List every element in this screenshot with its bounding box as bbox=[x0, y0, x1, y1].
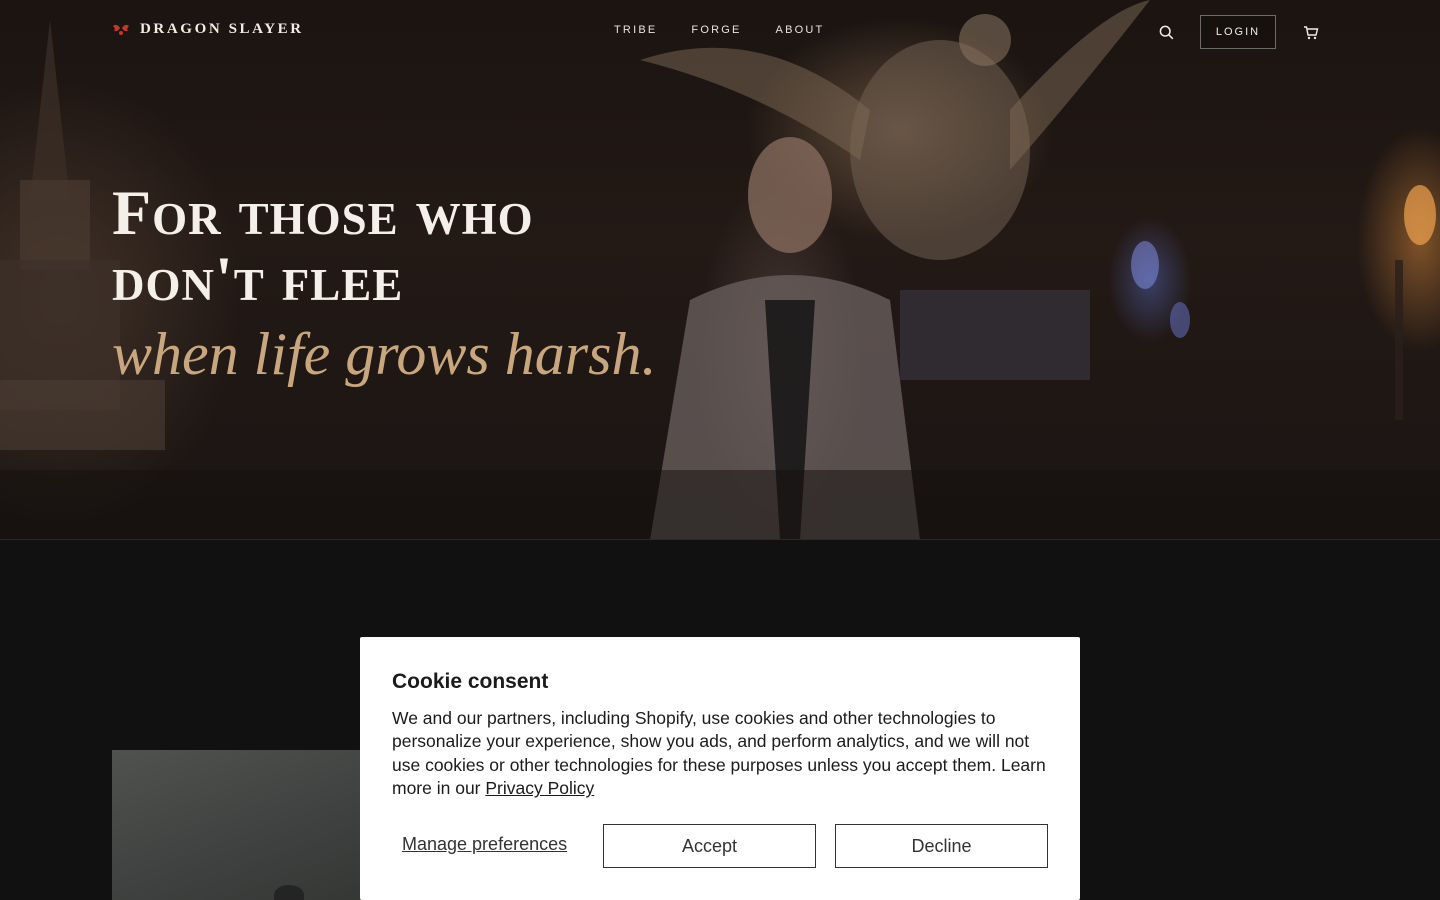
nav-item-forge[interactable]: FORGE bbox=[691, 24, 741, 36]
search-icon bbox=[1159, 25, 1173, 39]
privacy-policy-link[interactable]: Privacy Policy bbox=[485, 778, 594, 798]
figure-silhouette bbox=[274, 885, 304, 900]
decline-button[interactable]: Decline bbox=[835, 824, 1048, 868]
nav-item-about[interactable]: ABOUT bbox=[776, 24, 825, 36]
manage-preferences-link[interactable]: Manage preferences bbox=[402, 834, 567, 855]
cart-icon bbox=[1304, 25, 1319, 39]
search-button[interactable] bbox=[1156, 22, 1176, 42]
cookie-consent-dialog: Cookie consent We and our partners, incl… bbox=[360, 637, 1080, 900]
hero-headline-line2: don't flee bbox=[112, 243, 404, 314]
nav-item-tribe[interactable]: TRIBE bbox=[614, 24, 657, 36]
dragon-logo-icon bbox=[113, 24, 129, 35]
section-image bbox=[112, 750, 372, 900]
hero-subline: when life grows harsh. bbox=[112, 321, 657, 387]
hero-headline: For those who don't flee bbox=[112, 180, 732, 312]
cookie-body: We and our partners, including Shopify, … bbox=[392, 707, 1052, 801]
site-header: DRAGON SLAYER TRIBE FORGE ABOUT LOGIN bbox=[0, 0, 1440, 64]
login-button[interactable]: LOGIN bbox=[1200, 15, 1276, 49]
accept-button[interactable]: Accept bbox=[603, 824, 816, 868]
hero-headline-line1: For those who bbox=[112, 177, 534, 248]
brand-name: DRAGON SLAYER bbox=[140, 21, 304, 37]
brand-logo[interactable]: DRAGON SLAYER bbox=[112, 21, 304, 38]
main-nav: TRIBE FORGE ABOUT bbox=[614, 24, 858, 36]
hero-section: DRAGON SLAYER TRIBE FORGE ABOUT LOGIN Fo… bbox=[0, 0, 1440, 540]
cart-button[interactable] bbox=[1301, 22, 1321, 42]
cookie-title: Cookie consent bbox=[392, 670, 549, 693]
